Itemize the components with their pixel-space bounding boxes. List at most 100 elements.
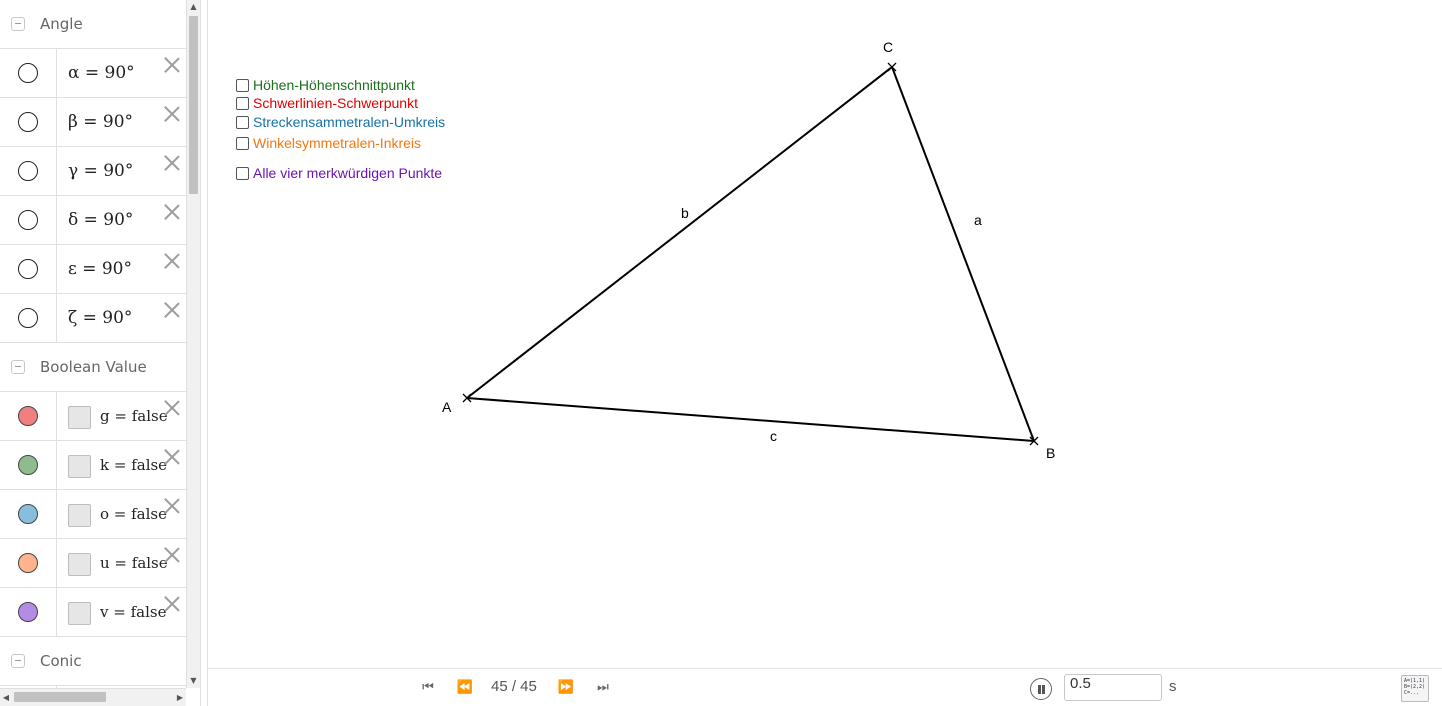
speed-unit: s: [1169, 678, 1177, 695]
view-splitter[interactable]: [200, 0, 208, 706]
group-header-boolean[interactable]: Boolean Value: [0, 343, 186, 392]
point-label-b[interactable]: B: [1046, 445, 1055, 461]
delete-icon[interactable]: [164, 449, 180, 465]
group-header-angle[interactable]: Angle: [0, 0, 186, 49]
delete-icon[interactable]: [164, 57, 180, 73]
collapse-icon[interactable]: [11, 360, 25, 374]
algebra-expression[interactable]: o = false: [100, 505, 167, 523]
boolean-checkbox[interactable]: [68, 504, 91, 527]
scroll-left-icon[interactable]: ◀: [0, 691, 12, 705]
checkbox-label[interactable]: Höhen-Höhenschnittpunkt: [253, 77, 415, 93]
checkbox-box[interactable]: [236, 166, 249, 180]
algebra-item-v[interactable]: v = false: [0, 588, 186, 637]
point-label-a[interactable]: A: [442, 399, 451, 415]
checkbox-label[interactable]: Schwerlinien-Schwerpunkt: [253, 95, 418, 111]
checkbox-box[interactable]: [236, 115, 249, 129]
checkbox-label[interactable]: Winkelsymmetralen-Inkreis: [253, 135, 421, 151]
scroll-up-icon[interactable]: ▲: [187, 0, 200, 14]
checkbox-box[interactable]: [236, 96, 249, 110]
visibility-marble-icon[interactable]: [18, 112, 38, 132]
delete-icon[interactable]: [164, 547, 180, 563]
boolean-checkbox[interactable]: [68, 406, 91, 429]
algebra-expression[interactable]: v = false: [100, 603, 166, 621]
algebra-item-k[interactable]: k = false: [0, 441, 186, 490]
algebra-item-beta[interactable]: β = 90°: [0, 98, 186, 147]
scroll-right-icon[interactable]: ▶: [174, 691, 186, 705]
algebra-item-epsilon[interactable]: ε = 90°: [0, 245, 186, 294]
algebra-expression[interactable]: ε = 90°: [68, 259, 132, 279]
algebra-expression[interactable]: g = false: [100, 407, 168, 425]
last-step-icon[interactable]: ⏭: [593, 680, 613, 696]
checkbox-alle-vier[interactable]: Alle vier merkwürdigen Punkte: [236, 165, 442, 181]
visibility-marble-icon[interactable]: [18, 210, 38, 230]
visibility-marble-icon[interactable]: [18, 259, 38, 279]
checkbox-box[interactable]: [236, 78, 249, 92]
scrollbar-thumb[interactable]: [189, 16, 198, 194]
delete-icon[interactable]: [164, 498, 180, 514]
delete-icon[interactable]: [164, 106, 180, 122]
algebra-expression[interactable]: α = 90°: [68, 63, 135, 83]
previous-step-icon[interactable]: ⏪: [455, 680, 475, 696]
checkbox-label[interactable]: Alle vier merkwürdigen Punkte: [253, 165, 442, 181]
algebra-item-u[interactable]: u = false: [0, 539, 186, 588]
boolean-checkbox[interactable]: [68, 455, 91, 478]
delete-icon[interactable]: [164, 596, 180, 612]
delete-icon[interactable]: [164, 302, 180, 318]
segment-label-a[interactable]: a: [974, 212, 982, 228]
visibility-marble-icon[interactable]: [18, 602, 38, 622]
algebra-input-icon[interactable]: A=(1,1) B=(2,2) C=...: [1401, 675, 1429, 702]
visibility-marble-icon[interactable]: [18, 504, 38, 524]
delete-icon[interactable]: [164, 155, 180, 171]
visibility-marble-icon[interactable]: [18, 63, 38, 83]
marble-cell: [0, 98, 57, 146]
delete-icon[interactable]: [164, 400, 180, 416]
checkbox-hoehen[interactable]: Höhen-Höhenschnittpunkt: [236, 77, 415, 93]
visibility-marble-icon[interactable]: [18, 406, 38, 426]
delete-icon[interactable]: [164, 204, 180, 220]
checkbox-streckensymmetralen[interactable]: Streckensammetralen-Umkreis: [236, 114, 445, 130]
animation-bar: ⏮ ⏪ 45 / 45 ⏩ ⏭ 0.5 s A=(1,1) B=(2,2) C=…: [208, 668, 1442, 706]
segment-label-c[interactable]: c: [770, 428, 777, 444]
algebra-expression[interactable]: ζ = 90°: [68, 308, 132, 328]
boolean-checkbox[interactable]: [68, 553, 91, 576]
vertical-scrollbar[interactable]: ▲ ▼: [186, 0, 200, 688]
algebra-expression[interactable]: u = false: [100, 554, 168, 572]
group-header-conic[interactable]: Conic: [0, 637, 186, 686]
algebra-item-zeta[interactable]: ζ = 90°: [0, 294, 186, 343]
horizontal-scrollbar[interactable]: ◀ ▶: [0, 688, 186, 706]
marble-cell: [0, 147, 57, 195]
pause-button[interactable]: [1030, 678, 1052, 700]
delete-icon[interactable]: [164, 253, 180, 269]
animation-speed-input[interactable]: 0.5: [1064, 674, 1162, 701]
algebra-expression[interactable]: δ = 90°: [68, 210, 133, 230]
visibility-marble-icon[interactable]: [18, 455, 38, 475]
checkbox-winkelsymmetralen[interactable]: Winkelsymmetralen-Inkreis: [236, 135, 421, 151]
next-step-icon[interactable]: ⏩: [556, 680, 576, 696]
visibility-marble-icon[interactable]: [18, 308, 38, 328]
visibility-marble-icon[interactable]: [18, 161, 38, 181]
first-step-icon[interactable]: ⏮: [418, 680, 438, 696]
algebra-expression[interactable]: γ = 90°: [68, 161, 133, 181]
checkbox-schwerlinien[interactable]: Schwerlinien-Schwerpunkt: [236, 95, 418, 111]
boolean-checkbox[interactable]: [68, 602, 91, 625]
point-label-c[interactable]: C: [883, 39, 893, 55]
segment-a[interactable]: [891, 66, 1035, 442]
segment-c[interactable]: [466, 397, 1035, 442]
algebra-item-alpha[interactable]: α = 90°: [0, 49, 186, 98]
checkbox-label[interactable]: Streckensammetralen-Umkreis: [253, 114, 445, 130]
segment-b[interactable]: [466, 66, 893, 399]
collapse-icon[interactable]: [11, 654, 25, 668]
graphics-view[interactable]: A B C a b c Höhen-Höhenschnittpunkt Schw…: [208, 0, 1442, 668]
algebra-item-delta[interactable]: δ = 90°: [0, 196, 186, 245]
scrollbar-thumb[interactable]: [14, 692, 106, 702]
checkbox-box[interactable]: [236, 136, 249, 150]
algebra-expression[interactable]: β = 90°: [68, 112, 133, 132]
algebra-item-o[interactable]: o = false: [0, 490, 186, 539]
collapse-icon[interactable]: [11, 17, 25, 31]
algebra-item-g[interactable]: g = false: [0, 392, 186, 441]
segment-label-b[interactable]: b: [681, 205, 689, 221]
algebra-expression[interactable]: k = false: [100, 456, 167, 474]
algebra-item-gamma[interactable]: γ = 90°: [0, 147, 186, 196]
scroll-down-icon[interactable]: ▼: [187, 674, 200, 688]
visibility-marble-icon[interactable]: [18, 553, 38, 573]
